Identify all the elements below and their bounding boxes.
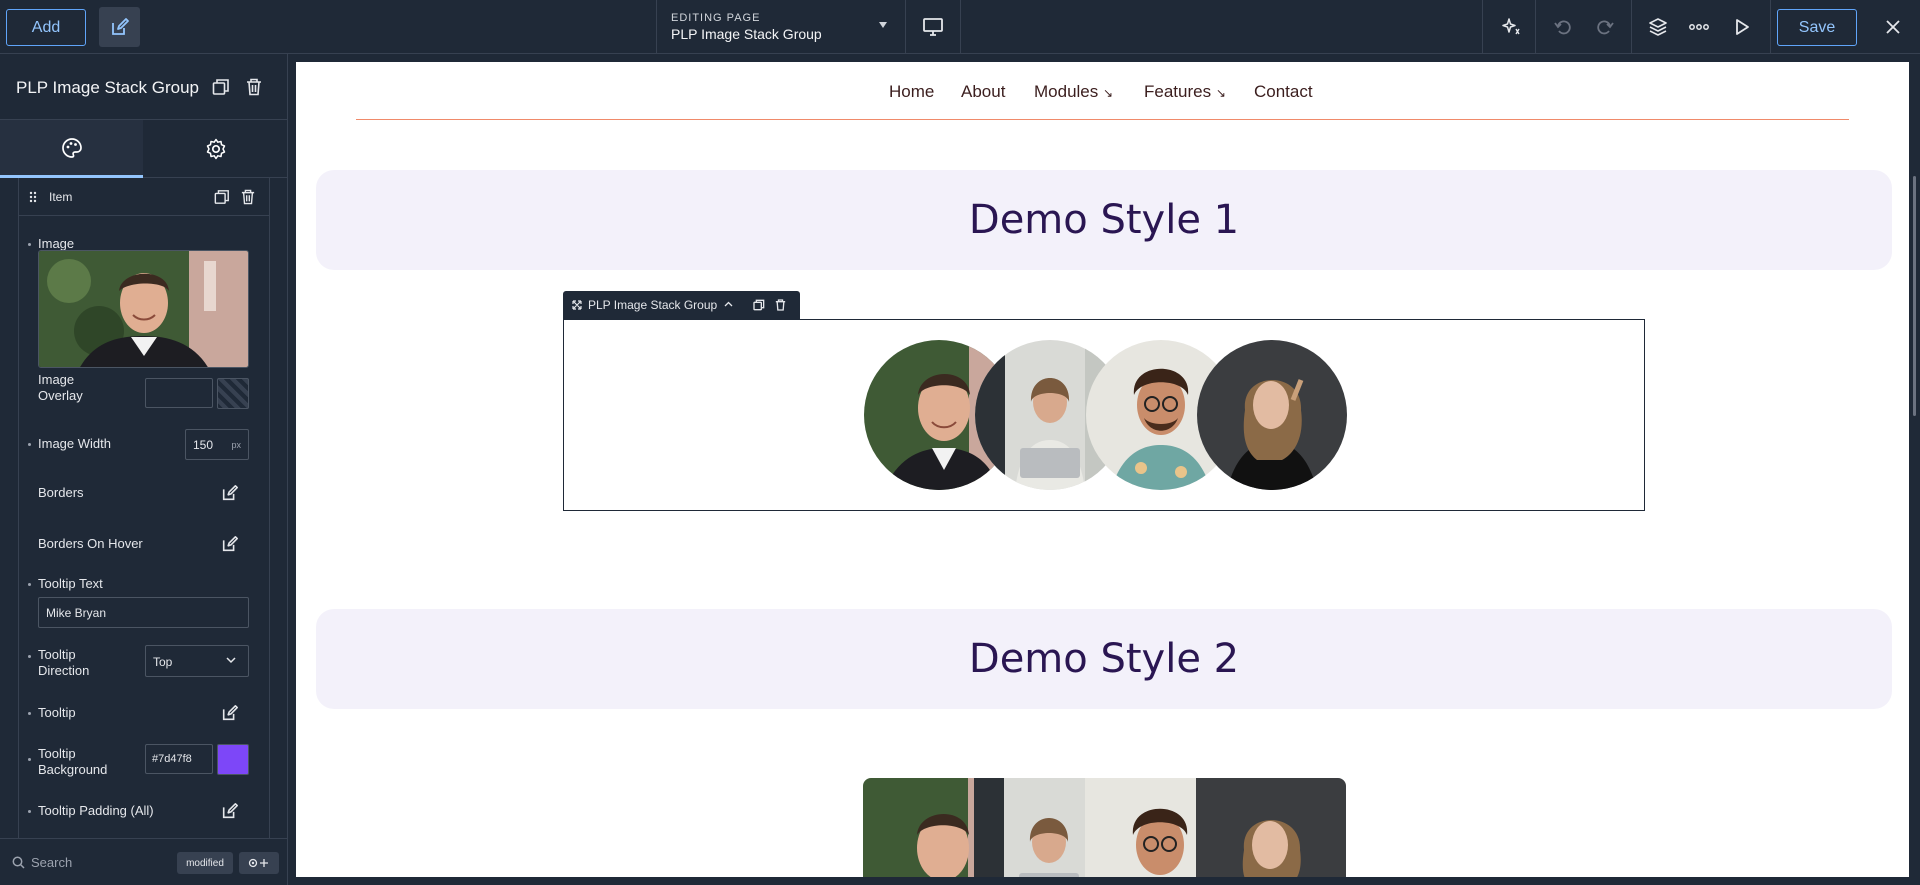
editing-page-label: EDITING PAGE bbox=[671, 12, 761, 24]
header-divider bbox=[356, 119, 1849, 120]
field-dot bbox=[28, 810, 31, 813]
gear-plus-icon bbox=[247, 857, 271, 869]
editing-page-name: PLP Image Stack Group bbox=[671, 26, 822, 42]
tooltip-text-label: Tooltip Text bbox=[38, 576, 103, 591]
settings-filter[interactable] bbox=[239, 852, 279, 874]
search-input[interactable]: Search bbox=[31, 855, 72, 870]
caret-down-icon bbox=[879, 22, 887, 28]
nav-about[interactable]: About bbox=[961, 82, 1005, 102]
edit-icon[interactable] bbox=[99, 7, 140, 47]
desktop-icon[interactable] bbox=[906, 0, 961, 54]
tooltip-direction-select[interactable]: Top bbox=[145, 645, 249, 677]
canvas-scroll-thumb[interactable] bbox=[1913, 176, 1916, 416]
sidebar-title: PLP Image Stack Group bbox=[16, 78, 200, 97]
selection-toolbar[interactable]: PLP Image Stack Group bbox=[563, 291, 800, 319]
edit-icon[interactable] bbox=[221, 535, 239, 553]
tooltip-direction-value: Top bbox=[153, 655, 173, 669]
edit-icon[interactable] bbox=[221, 484, 239, 502]
field-dot bbox=[28, 655, 31, 658]
tooltip-text-input[interactable]: Mike Bryan bbox=[38, 597, 249, 628]
tooltip-background-swatch[interactable] bbox=[217, 744, 249, 775]
move-icon[interactable] bbox=[572, 300, 582, 310]
avatar-woman-dark[interactable] bbox=[1197, 340, 1347, 490]
layers-icon[interactable] bbox=[1643, 0, 1673, 54]
demo-style-1-banner: Demo Style 1 bbox=[316, 170, 1892, 270]
tooltip-background-input[interactable]: #7d47f8 bbox=[145, 744, 213, 774]
field-dot bbox=[28, 712, 31, 715]
search-icon bbox=[12, 856, 25, 869]
item-title: Item bbox=[49, 190, 73, 204]
field-dot bbox=[28, 243, 31, 246]
duplicate-icon[interactable] bbox=[212, 78, 230, 96]
image-width-unit: px bbox=[231, 440, 241, 450]
trash-icon[interactable] bbox=[246, 78, 262, 96]
tooltip-label: Tooltip bbox=[38, 705, 76, 720]
nav-features-label: Features bbox=[1144, 82, 1212, 101]
image-overlay-label: Image Overlay bbox=[38, 372, 83, 403]
selection-label: PLP Image Stack Group bbox=[588, 298, 718, 312]
palette-icon bbox=[61, 137, 83, 159]
sparkle-icon[interactable] bbox=[1488, 0, 1533, 54]
nav-modules[interactable]: Modules ↘ bbox=[1034, 82, 1113, 102]
page-canvas: Home About Modules ↘ Features ↘ Contact … bbox=[296, 62, 1909, 877]
arrow-down-right-icon: ↘ bbox=[1103, 86, 1114, 100]
edit-icon[interactable] bbox=[221, 802, 239, 820]
gear-icon bbox=[205, 138, 227, 160]
nav-contact[interactable]: Contact bbox=[1254, 82, 1313, 102]
nav-features[interactable]: Features ↘ bbox=[1144, 82, 1226, 102]
borders-hover-label: Borders On Hover bbox=[38, 536, 143, 551]
duplicate-icon[interactable] bbox=[753, 299, 765, 311]
tooltip-background-label: Tooltip Background bbox=[38, 746, 108, 777]
field-dot bbox=[28, 443, 31, 446]
chevron-down-icon bbox=[226, 657, 236, 664]
image-picker[interactable] bbox=[38, 250, 249, 368]
duplicate-icon[interactable] bbox=[214, 189, 230, 205]
undo-icon[interactable] bbox=[1548, 0, 1578, 54]
canvas-scrollbar[interactable] bbox=[1909, 54, 1920, 885]
tooltip-direction-label: Tooltip Direction bbox=[38, 647, 90, 678]
tab-settings[interactable] bbox=[144, 120, 287, 178]
sidebar-footer: Search modified bbox=[0, 838, 287, 885]
trash-icon[interactable] bbox=[241, 189, 255, 205]
sidebar-tabs bbox=[0, 120, 287, 178]
arrow-down-right-icon: ↘ bbox=[1215, 86, 1226, 100]
close-icon[interactable] bbox=[1878, 0, 1908, 54]
top-toolbar: Add EDITING PAGE PLP Image Stack Group S… bbox=[0, 0, 1920, 54]
modified-filter[interactable]: modified bbox=[177, 852, 233, 874]
add-button[interactable]: Add bbox=[6, 9, 86, 46]
item-panel: Item Image Image Overlay Image Width 150… bbox=[18, 178, 270, 838]
borders-label: Borders bbox=[38, 485, 84, 500]
page-selector[interactable]: EDITING PAGE PLP Image Stack Group bbox=[656, 0, 906, 54]
tab-style[interactable] bbox=[0, 120, 143, 178]
image-width-label: Image Width bbox=[38, 436, 111, 451]
more-icon[interactable] bbox=[1684, 0, 1714, 54]
field-dot bbox=[28, 758, 31, 761]
image-width-value: 150 bbox=[193, 438, 214, 452]
redo-icon[interactable] bbox=[1590, 0, 1620, 54]
edit-icon[interactable] bbox=[221, 704, 239, 722]
image-woman-dark[interactable] bbox=[1196, 778, 1346, 877]
field-dot bbox=[28, 583, 31, 586]
nav-modules-label: Modules bbox=[1034, 82, 1099, 101]
overlay-color-input[interactable] bbox=[145, 378, 213, 408]
overlay-color-swatch[interactable] bbox=[217, 378, 249, 409]
drag-handle-icon[interactable] bbox=[29, 191, 37, 203]
save-button[interactable]: Save bbox=[1777, 9, 1857, 46]
chevron-up-icon[interactable] bbox=[724, 301, 733, 307]
tooltip-padding-label: Tooltip Padding (All) bbox=[38, 803, 154, 818]
play-icon[interactable] bbox=[1727, 0, 1757, 54]
image-width-input[interactable]: 150 px bbox=[185, 429, 249, 460]
sidebar-header: PLP Image Stack Group bbox=[0, 54, 287, 120]
image-stack-group-selected[interactable] bbox=[563, 319, 1645, 511]
nav-home[interactable]: Home bbox=[889, 82, 934, 102]
settings-sidebar: PLP Image Stack Group Item Image Image O… bbox=[0, 54, 288, 885]
trash-icon[interactable] bbox=[775, 299, 786, 311]
site-nav: Home About Modules ↘ Features ↘ Contact bbox=[296, 62, 1909, 119]
demo-style-2-banner: Demo Style 2 bbox=[316, 609, 1892, 709]
item-header[interactable]: Item bbox=[19, 178, 270, 216]
